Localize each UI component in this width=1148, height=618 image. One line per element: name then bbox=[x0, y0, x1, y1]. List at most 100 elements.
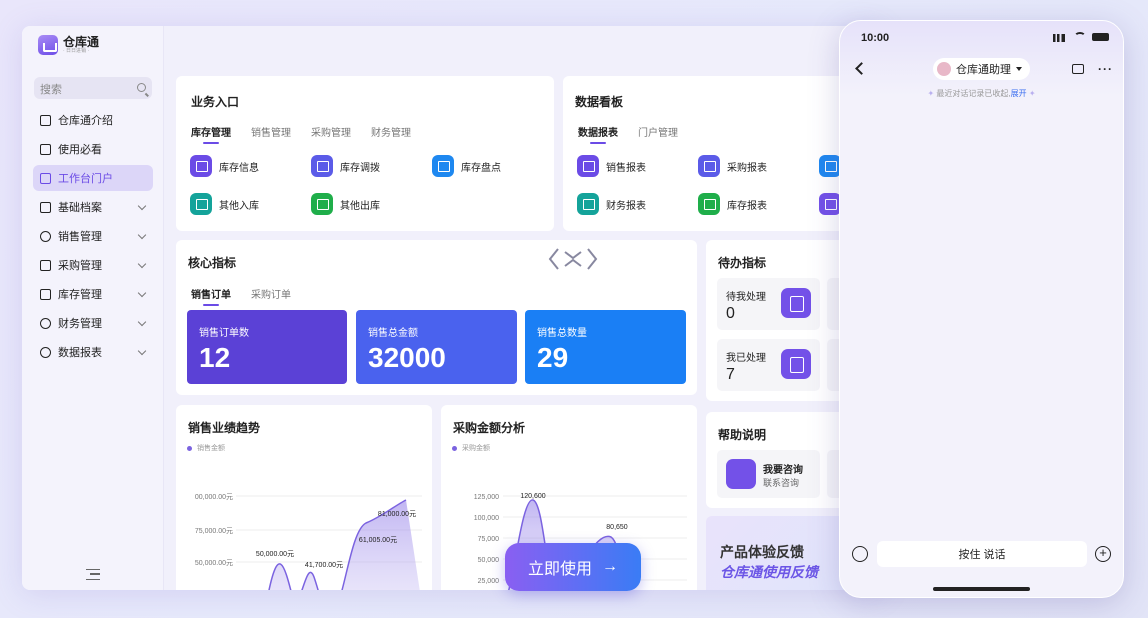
tab-purchase[interactable]: 采购管理 bbox=[311, 124, 351, 139]
metric-value: 12 bbox=[199, 342, 231, 373]
entry-inventory-count[interactable]: 库存盘点 bbox=[432, 155, 501, 177]
sidebar-item-intro[interactable]: 仓库通介绍 bbox=[33, 107, 153, 133]
entry-finance-report[interactable]: 财务报表 bbox=[577, 193, 646, 215]
consult-button[interactable]: 我要咨询 联系咨询 bbox=[717, 450, 820, 498]
entry-inventory-transfer[interactable]: 库存调拨 bbox=[311, 155, 380, 177]
tab-portal-management[interactable]: 门户管理 bbox=[638, 124, 678, 139]
entry-purchase-report[interactable]: 采购报表 bbox=[698, 155, 767, 177]
sidebar-item-guide[interactable]: 使用必看 bbox=[33, 136, 153, 162]
expand-link[interactable]: 展开 bbox=[1011, 89, 1027, 98]
arrow-right-icon: → bbox=[602, 558, 618, 575]
warehouse-icon bbox=[40, 288, 51, 300]
sidebar-nav: 仓库通介绍 使用必看 工作台门户 基础档案 销售管理 采购管理 库存管理 财务管… bbox=[33, 107, 153, 368]
consult-subtitle: 联系咨询 bbox=[763, 478, 800, 488]
sidebar-item-label: 工作台门户 bbox=[58, 173, 113, 185]
y-tick-label: 100,000 bbox=[474, 515, 499, 522]
metric-sales-orders[interactable]: 销售订单数 12 bbox=[187, 310, 347, 384]
entry-alert-icon-partial[interactable] bbox=[819, 193, 841, 215]
plus-icon[interactable]: + bbox=[1095, 546, 1111, 562]
sidebar-item-label: 基础档案 bbox=[58, 202, 102, 214]
sidebar-item-archive[interactable]: 基础档案 bbox=[33, 194, 153, 220]
entry-inventory-info[interactable]: 库存信息 bbox=[190, 155, 259, 177]
cart-icon bbox=[40, 259, 51, 271]
metric-value: 29 bbox=[537, 342, 569, 373]
dashboard-tabs: 数据报表 门户管理 bbox=[578, 124, 678, 144]
tab-finance[interactable]: 财务管理 bbox=[371, 124, 411, 139]
chevron-down-icon bbox=[137, 201, 147, 211]
home-icon bbox=[40, 114, 51, 126]
entry-finance-icon-partial[interactable] bbox=[819, 155, 841, 177]
tab-purchase-orders[interactable]: 采购订单 bbox=[251, 286, 291, 301]
logo: 仓库通 · 日日进销 · bbox=[38, 35, 99, 55]
bell-icon bbox=[819, 193, 841, 215]
sidebar: 仓库通 · 日日进销 · 搜索 仓库通介绍 使用必看 工作台门户 基础档案 销售… bbox=[22, 26, 164, 590]
todo-value: 0 bbox=[726, 305, 735, 322]
metric-label: 销售总金额 bbox=[368, 328, 418, 339]
assistant-selector[interactable]: 仓库通助理 bbox=[933, 58, 1030, 80]
todo-label: 待我处理 bbox=[726, 292, 766, 303]
business-title: 业务入口 bbox=[191, 95, 240, 109]
business-tabs: 库存管理 销售管理 采购管理 财务管理 bbox=[191, 124, 411, 144]
entry-label: 其他入库 bbox=[219, 200, 259, 212]
more-icon[interactable]: ··· bbox=[1098, 63, 1113, 75]
consult-title: 我要咨询 bbox=[763, 465, 803, 476]
tab-data-reports[interactable]: 数据报表 bbox=[578, 124, 618, 144]
tab-sales-orders[interactable]: 销售订单 bbox=[191, 286, 231, 306]
use-now-label: 立即使用 bbox=[527, 561, 592, 578]
data-label: 41,700.00元 bbox=[305, 561, 343, 569]
metric-sales-quantity[interactable]: 销售总数量 29 bbox=[525, 310, 686, 384]
sidebar-item-reports[interactable]: 数据报表 bbox=[33, 339, 153, 365]
wifi-icon bbox=[1074, 32, 1086, 41]
sidebar-item-workbench[interactable]: 工作台门户 bbox=[33, 165, 153, 191]
sidebar-item-label: 使用必看 bbox=[58, 144, 102, 156]
core-tabs: 销售订单 采购订单 bbox=[191, 286, 291, 306]
entry-label: 库存盘点 bbox=[461, 162, 501, 174]
collapse-sidebar-icon[interactable] bbox=[86, 569, 100, 580]
expand-arrows-icon[interactable] bbox=[548, 246, 598, 272]
sidebar-item-purchase[interactable]: 采购管理 bbox=[33, 252, 153, 278]
voice-button[interactable]: 按住 说话 bbox=[877, 541, 1087, 567]
chevron-down-icon bbox=[137, 346, 147, 356]
entry-label: 其他出库 bbox=[340, 200, 380, 212]
entry-inventory-report[interactable]: 库存报表 bbox=[698, 193, 767, 215]
chevron-down-icon bbox=[137, 230, 147, 240]
tab-sales[interactable]: 销售管理 bbox=[251, 124, 291, 139]
battery-icon bbox=[1092, 33, 1109, 41]
entry-sales-report[interactable]: 销售报表 bbox=[577, 155, 646, 177]
todo-title: 待办指标 bbox=[718, 256, 767, 270]
use-now-button[interactable]: 立即使用 → bbox=[505, 543, 641, 591]
data-label: 61,005.00元 bbox=[359, 536, 397, 544]
sparkle-icon: ✦ bbox=[1026, 89, 1036, 98]
sidebar-item-label: 采购管理 bbox=[58, 260, 102, 272]
sidebar-item-inventory[interactable]: 库存管理 bbox=[33, 281, 153, 307]
search-input[interactable]: 搜索 bbox=[34, 77, 152, 99]
sidebar-item-sales[interactable]: 销售管理 bbox=[33, 223, 153, 249]
tab-inventory[interactable]: 库存管理 bbox=[191, 124, 231, 144]
todo-value: 7 bbox=[726, 366, 735, 383]
sidebar-item-finance[interactable]: 财务管理 bbox=[33, 310, 153, 336]
inbound-icon bbox=[190, 193, 212, 215]
sidebar-item-label: 仓库通介绍 bbox=[58, 115, 113, 127]
todo-processed[interactable]: 我已处理 7 bbox=[717, 339, 820, 391]
report-icon bbox=[577, 155, 599, 177]
chevron-down-icon bbox=[137, 317, 147, 327]
keyboard-icon[interactable] bbox=[852, 546, 868, 562]
report-icon bbox=[577, 193, 599, 215]
history-notice: ✦ 最近对话记录已收起,展开 ✦ bbox=[840, 88, 1123, 99]
logo-icon bbox=[38, 35, 58, 55]
collapsed-notice: 最近对话记录已收起, bbox=[936, 89, 1011, 98]
document-icon bbox=[40, 143, 51, 155]
search-icon[interactable] bbox=[137, 83, 146, 92]
yen-icon bbox=[819, 155, 841, 177]
y-tick-label: 125,000 bbox=[474, 494, 499, 501]
sales-chart: 00,000.00元75,000.00元50,000.00元25,000.00元… bbox=[195, 493, 422, 590]
mute-icon[interactable] bbox=[1072, 64, 1084, 74]
metric-sales-amount[interactable]: 销售总金额 32000 bbox=[356, 310, 517, 384]
entry-label: 财务报表 bbox=[606, 200, 646, 212]
entry-other-outbound[interactable]: 其他出库 bbox=[311, 193, 380, 215]
outbound-icon bbox=[311, 193, 333, 215]
sidebar-item-label: 销售管理 bbox=[58, 231, 102, 243]
signal-icon bbox=[1053, 34, 1065, 42]
entry-other-inbound[interactable]: 其他入库 bbox=[190, 193, 259, 215]
todo-pending[interactable]: 待我处理 0 bbox=[717, 278, 820, 330]
